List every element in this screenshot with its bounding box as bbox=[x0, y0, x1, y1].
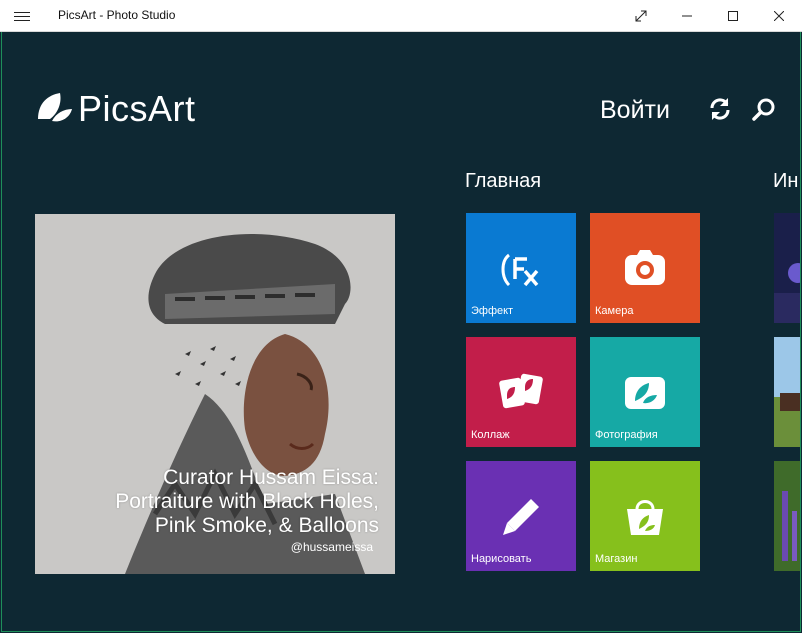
thumbnail-image bbox=[774, 213, 800, 323]
next-section-thumbnail[interactable] bbox=[774, 461, 800, 571]
tile-label: Фотография bbox=[595, 429, 658, 441]
app-content: PicsArt Войти Главная Ин Curator Hussam … bbox=[1, 32, 801, 632]
tile-collage[interactable]: Коллаж bbox=[466, 337, 576, 447]
refresh-button[interactable] bbox=[708, 96, 732, 127]
section-title-next: Ин bbox=[773, 170, 799, 192]
window-title: PicsArt - Photo Studio bbox=[58, 8, 176, 22]
section-title-home: Главная bbox=[465, 170, 542, 192]
expand-icon bbox=[635, 10, 647, 22]
hamburger-menu-icon[interactable] bbox=[14, 9, 30, 23]
caption-line: Portraiture with Black Holes, bbox=[115, 490, 379, 513]
picsart-logo: PicsArt bbox=[34, 88, 196, 130]
shop-icon bbox=[627, 500, 663, 535]
title-bar: PicsArt - Photo Studio bbox=[0, 0, 802, 32]
tile-effects[interactable]: Эффект bbox=[466, 213, 576, 323]
tile-draw[interactable]: Нарисовать bbox=[466, 461, 576, 571]
close-button[interactable] bbox=[756, 0, 802, 32]
tile-shop[interactable]: Магазин bbox=[590, 461, 700, 571]
signin-button[interactable]: Войти bbox=[600, 96, 670, 125]
featured-article-card[interactable]: Curator Hussam Eissa: Portraiture with B… bbox=[35, 214, 395, 574]
close-icon bbox=[774, 11, 784, 21]
search-button[interactable] bbox=[752, 97, 776, 126]
refresh-icon bbox=[710, 98, 730, 120]
tile-photo[interactable]: Фотография bbox=[590, 337, 700, 447]
minimize-icon bbox=[682, 15, 692, 17]
photo-icon bbox=[625, 377, 665, 409]
next-section-thumbnail[interactable] bbox=[774, 337, 800, 447]
thumbnail-image bbox=[774, 461, 800, 571]
tile-camera[interactable]: Камера bbox=[590, 213, 700, 323]
maximize-icon bbox=[728, 11, 738, 21]
caption-line: Pink Smoke, & Balloons bbox=[154, 514, 379, 537]
camera-icon bbox=[625, 250, 665, 285]
caption-line: Curator Hussam Eissa: bbox=[163, 466, 379, 489]
minimize-button[interactable] bbox=[664, 0, 710, 32]
collage-icon bbox=[499, 373, 543, 409]
next-section-thumbnail[interactable] bbox=[774, 213, 800, 323]
featured-author-handle: @hussameissa bbox=[290, 540, 373, 554]
fullscreen-button[interactable] bbox=[618, 0, 664, 32]
picsart-logo-icon bbox=[38, 93, 72, 122]
draw-icon bbox=[503, 499, 539, 535]
search-icon bbox=[752, 98, 775, 121]
logo-text: PicsArt bbox=[78, 88, 196, 129]
tile-label: Эффект bbox=[471, 305, 514, 317]
tile-label: Камера bbox=[595, 305, 634, 317]
tile-label: Магазин bbox=[595, 553, 638, 565]
tile-label: Нарисовать bbox=[471, 553, 532, 565]
tile-label: Коллаж bbox=[471, 429, 510, 441]
effects-icon bbox=[501, 253, 539, 287]
maximize-button[interactable] bbox=[710, 0, 756, 32]
thumbnail-image bbox=[774, 337, 800, 447]
featured-caption: Curator Hussam Eissa: Portraiture with B… bbox=[115, 466, 379, 538]
